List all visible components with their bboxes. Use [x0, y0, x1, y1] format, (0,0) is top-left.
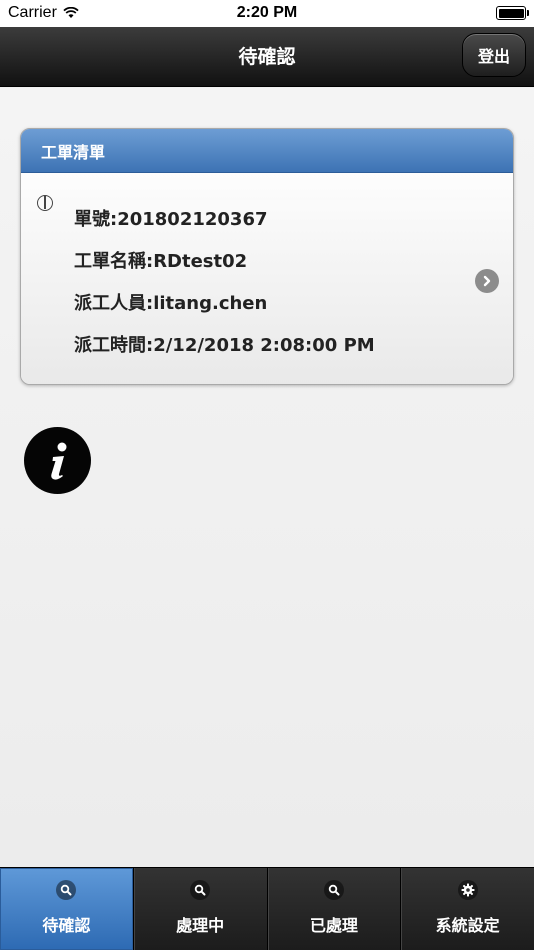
nav-header: 待確認 登出 — [0, 27, 534, 87]
main-content: 工單清單 單號:201802120367 工單名稱:RDtest02 派工人員:… — [0, 88, 534, 867]
search-icon — [56, 880, 77, 900]
status-bar: Carrier 2:20 PM — [0, 0, 534, 27]
search-icon — [323, 880, 344, 900]
gear-icon — [457, 880, 478, 900]
tab-label: 處理中 — [176, 916, 225, 935]
dispatcher: 派工人員:litang.chen — [74, 293, 268, 314]
tab-pending[interactable]: 待確認 — [0, 868, 133, 950]
tab-settings[interactable]: 系統設定 — [400, 868, 534, 950]
list-item[interactable]: 單號:201802120367 工單名稱:RDtest02 派工人員:litan… — [21, 173, 513, 384]
info-icon[interactable] — [24, 427, 91, 494]
logout-button[interactable]: 登出 — [462, 33, 526, 77]
list-header: 工單清單 — [21, 129, 513, 173]
work-order-list: 工單清單 單號:201802120367 工單名稱:RDtest02 派工人員:… — [20, 128, 514, 385]
chevron-right-icon[interactable] — [475, 269, 499, 293]
tab-label: 待確認 — [42, 916, 91, 935]
tab-label: 系統設定 — [435, 916, 500, 935]
order-name: 工單名稱:RDtest02 — [74, 251, 248, 272]
status-time: 2:20 PM — [236, 4, 298, 21]
dispatch-time: 派工時間:2/12/2018 2:08:00 PM — [74, 335, 375, 356]
tab-label: 已處理 — [309, 916, 358, 935]
radio-indicator-icon — [37, 195, 53, 211]
search-icon — [190, 880, 211, 900]
tab-processed[interactable]: 已處理 — [266, 868, 401, 950]
tab-bar: 待確認 處理中 已處理 系統設定 — [0, 867, 534, 950]
order-number: 單號:201802120367 — [74, 209, 268, 230]
battery-icon — [496, 6, 529, 20]
tab-processing[interactable]: 處理中 — [132, 868, 267, 950]
page-title: 待確認 — [238, 46, 296, 68]
